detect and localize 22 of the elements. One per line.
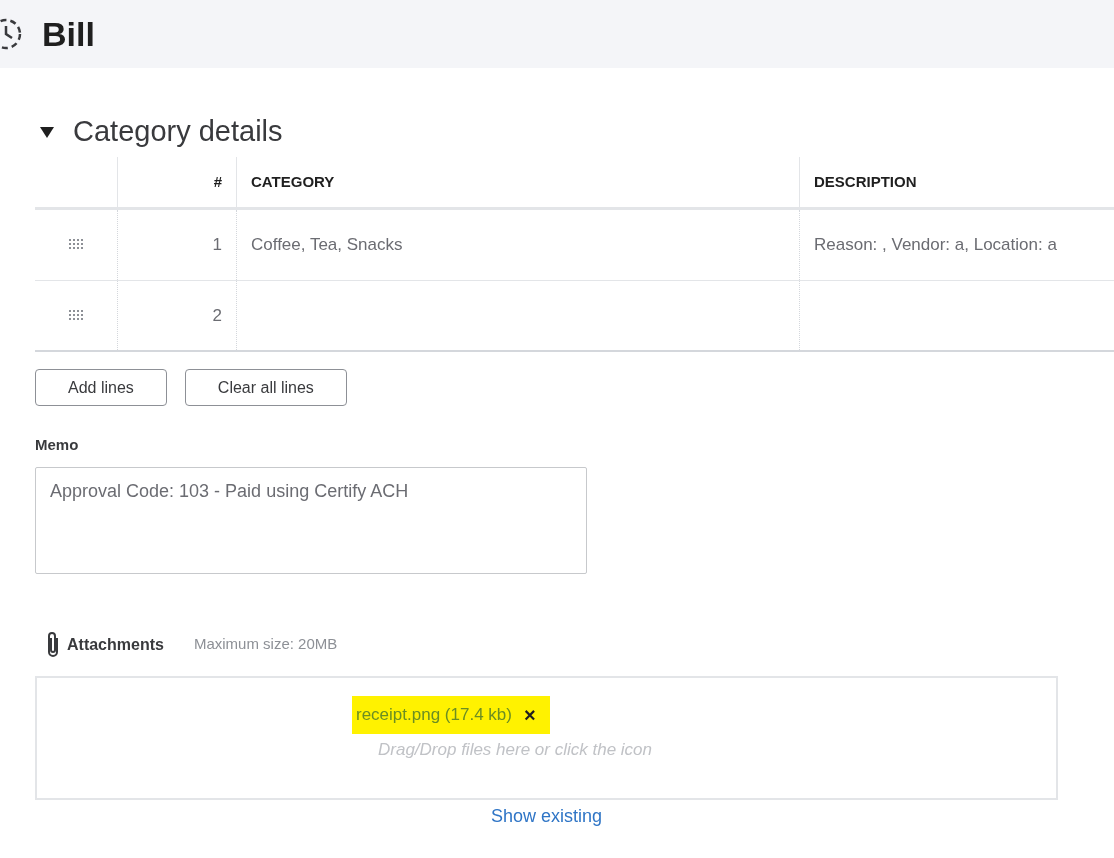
drag-handle-icon[interactable] <box>69 239 83 251</box>
column-header: DESCRIPTION <box>814 171 917 192</box>
attachments-label: Attachments <box>67 634 164 655</box>
remove-file-button[interactable]: × <box>523 699 536 730</box>
section-title: Category details <box>73 114 283 150</box>
table-cell-text: Reason: , Vendor: a, Location: a <box>814 234 1057 257</box>
max-size-text: Maximum size: 20MB <box>193 634 338 655</box>
memo-field[interactable]: Approval Code: 103 - Paid using Certify ACH <box>35 466 587 574</box>
collapse-triangle-icon[interactable] <box>39 124 55 140</box>
clear-lines-button[interactable]: Clear all lines <box>184 369 347 406</box>
column-header: CATEGORY <box>251 171 335 192</box>
memo-label: Memo <box>35 435 80 455</box>
row-number: 1 <box>212 234 222 257</box>
drag-handle-icon[interactable] <box>69 309 83 322</box>
table-cell-text: Coffee, Tea, Snacks <box>251 234 403 257</box>
drop-hint: Drag/Drop files here or click the icon <box>378 738 652 761</box>
drop-zone[interactable]: receipt.png (17.4 kb) × Drag/Drop files here or click the icon <box>35 675 1058 800</box>
column-header: # <box>213 171 222 192</box>
page-title: Bill <box>42 13 95 55</box>
show-existing-link[interactable]: Show existing <box>490 802 603 830</box>
add-lines-button[interactable]: Add lines <box>35 369 167 406</box>
row-number: 2 <box>212 304 222 327</box>
